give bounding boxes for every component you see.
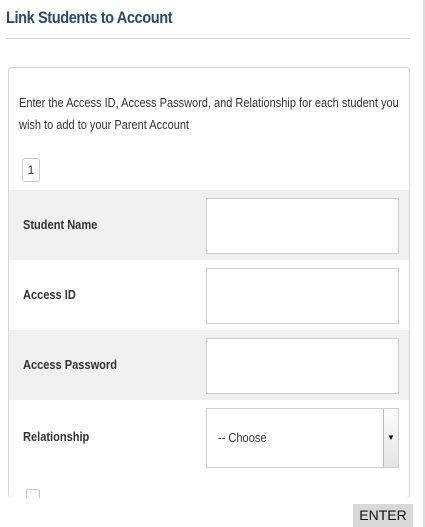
access-password-input[interactable]: [206, 338, 399, 394]
caret-down-icon[interactable]: ▼: [383, 409, 398, 467]
student-checkbox[interactable]: [26, 489, 40, 498]
student-name-label: Student Name: [23, 217, 98, 232]
relationship-select[interactable]: -- Choose ▼: [206, 408, 399, 468]
relationship-label: Relationship: [23, 429, 90, 444]
student-name-input[interactable]: [206, 198, 399, 254]
student-index-badge: 1: [22, 158, 40, 182]
page-title: Link Students to Account: [6, 8, 173, 27]
student-name-row: Student Name: [9, 190, 409, 260]
link-students-panel: Enter the Access ID, Access Password, an…: [8, 67, 410, 498]
instructions-text: Enter the Access ID, Access Password, an…: [19, 96, 399, 132]
access-password-label: Access Password: [23, 357, 117, 372]
access-id-label: Access ID: [23, 287, 76, 302]
relationship-selected-value: -- Choose: [218, 430, 267, 445]
relationship-row: Relationship -- Choose ▼: [9, 400, 409, 470]
access-id-input[interactable]: [206, 268, 399, 324]
title-divider: [6, 38, 410, 39]
access-id-row: Access ID: [9, 260, 409, 330]
access-password-row: Access Password: [9, 330, 409, 400]
enter-button[interactable]: ENTER: [353, 504, 413, 527]
